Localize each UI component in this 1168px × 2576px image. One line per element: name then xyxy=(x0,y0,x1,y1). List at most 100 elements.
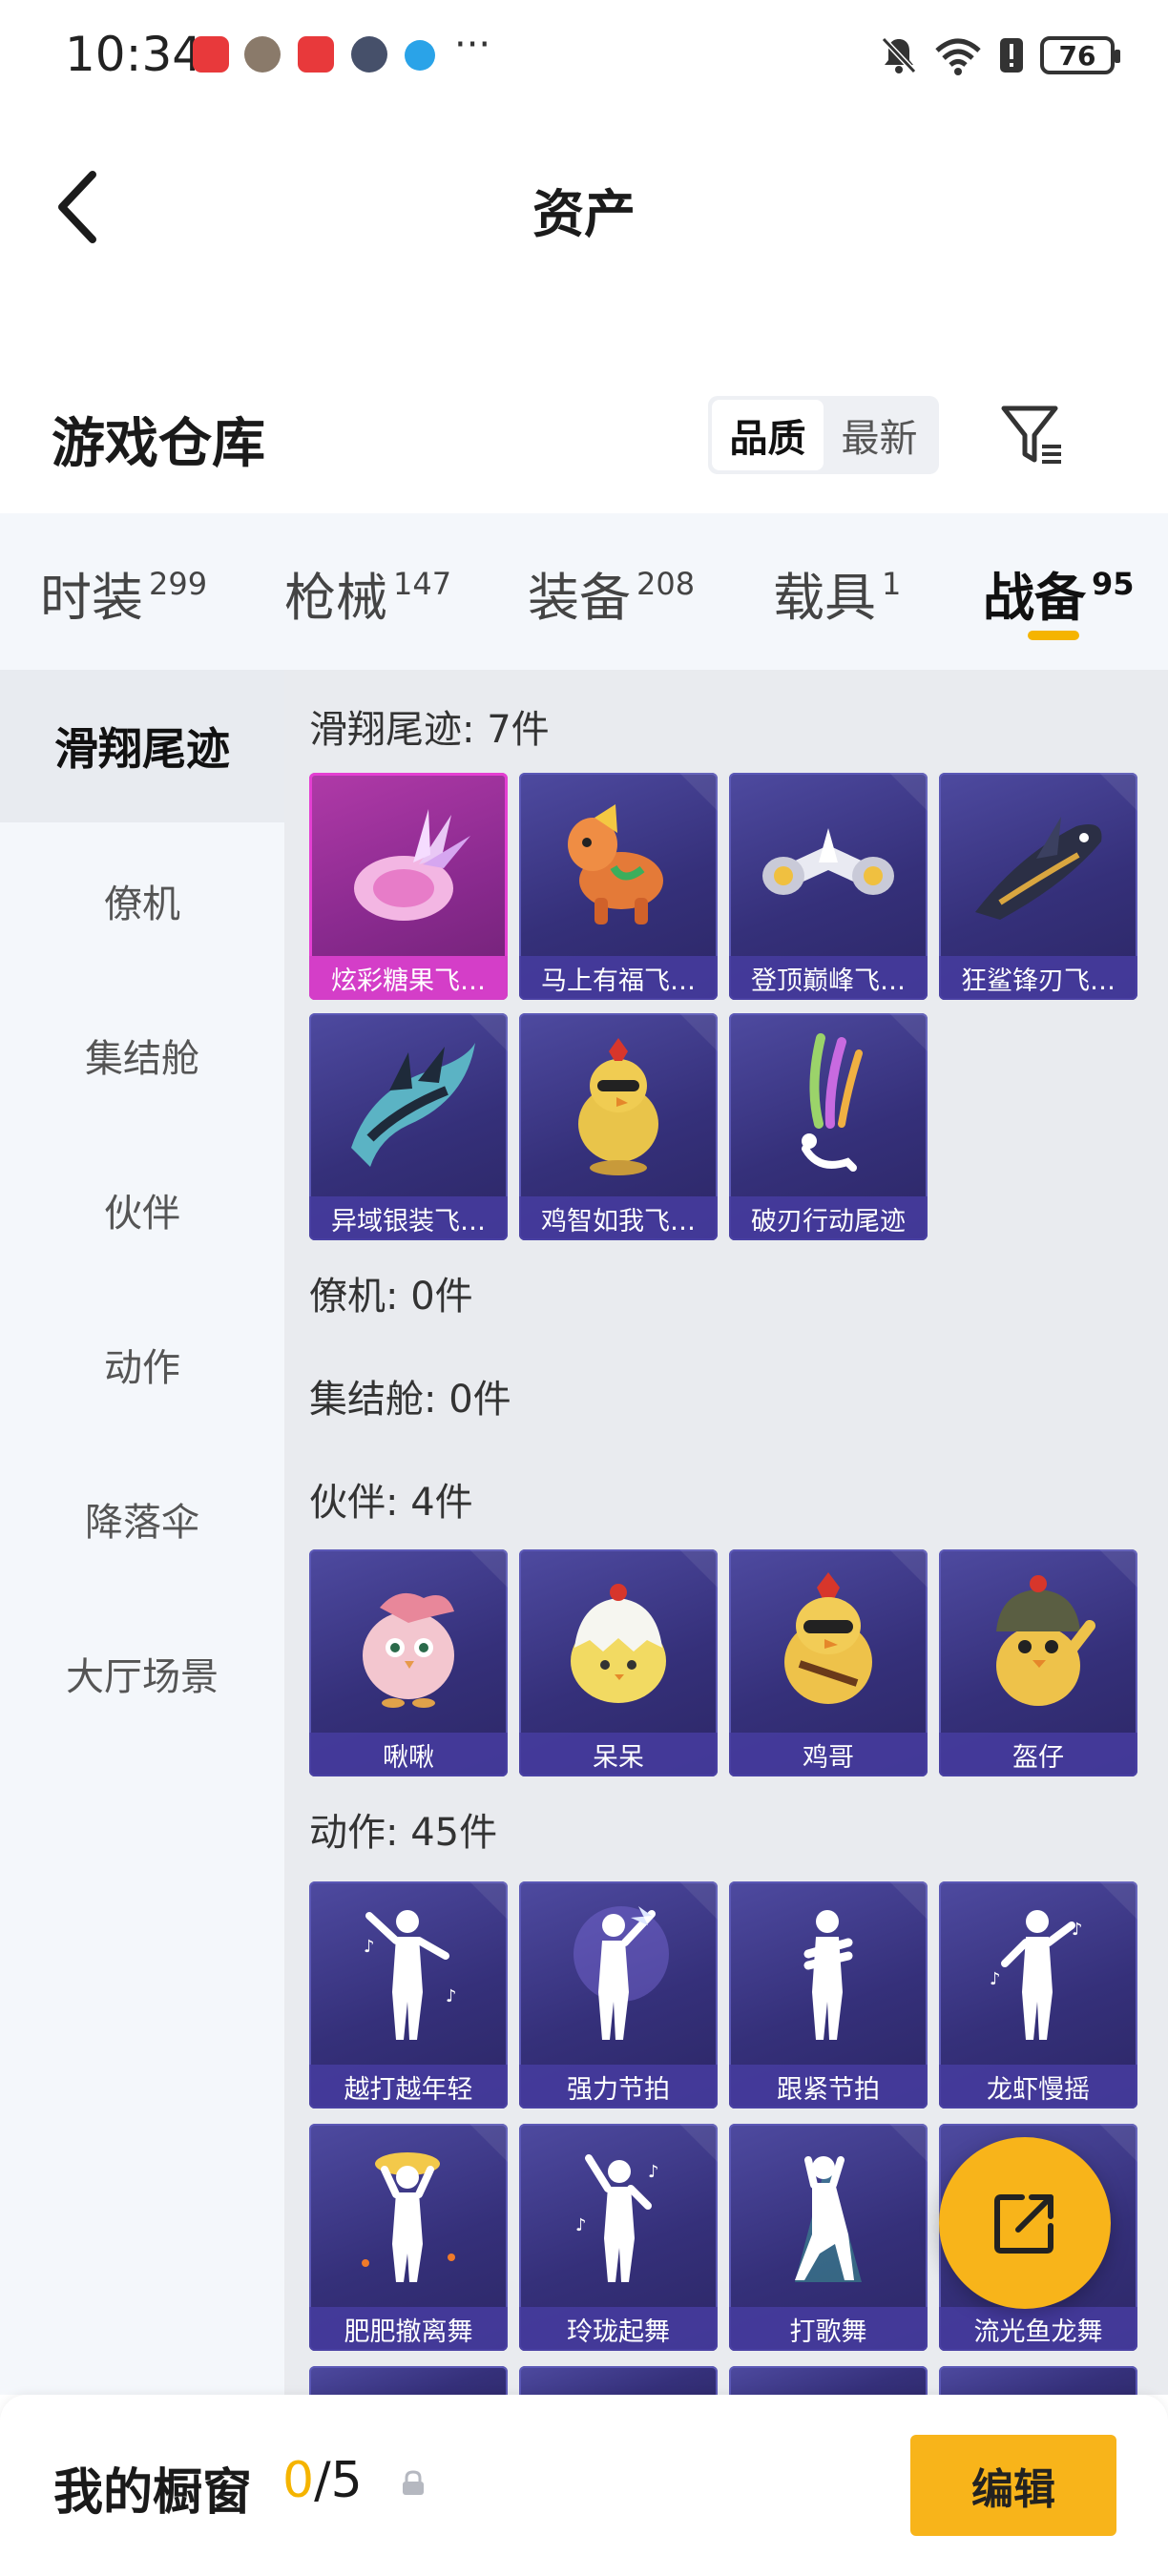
item-card[interactable]: 鸡哥 xyxy=(729,1549,928,1776)
group-title-partner: 伙伴: 4件 xyxy=(309,1481,473,1525)
showcase-count-current: 0 xyxy=(282,2452,315,2509)
svg-text:♪: ♪ xyxy=(648,2162,659,2182)
tab-equipment[interactable]: 装备 208 xyxy=(528,555,695,631)
item-card[interactable] xyxy=(939,2366,1137,2395)
item-label: 肥肥撤离舞 xyxy=(309,2307,508,2351)
item-label: 越打越年轻 xyxy=(309,2065,508,2109)
item-card[interactable]: 狂鲨锋刃飞… xyxy=(939,773,1137,1000)
item-card[interactable]: 跟紧节拍 xyxy=(729,1881,928,2109)
item-card[interactable]: 啾啾 xyxy=(309,1549,508,1776)
showcase-count-total: /5 xyxy=(314,2452,363,2509)
dancer-silhouette-icon xyxy=(519,1881,718,2065)
item-card[interactable]: 破刃行动尾迹 xyxy=(729,1013,928,1240)
item-card[interactable]: 盔仔 xyxy=(939,1549,1137,1776)
svg-text:♪: ♪ xyxy=(364,1937,375,1957)
group-title-wingman: 僚机: 0件 xyxy=(309,1275,473,1319)
sidebar-item-lobby-scene[interactable]: 大厅场景 xyxy=(0,1597,284,1750)
jet-glider-icon xyxy=(729,773,928,956)
tab-fashion[interactable]: 时装 299 xyxy=(40,555,207,631)
item-label: 流光鱼龙舞 xyxy=(939,2307,1137,2351)
page-title: 资产 xyxy=(532,184,636,244)
lock-icon xyxy=(403,2470,424,2495)
shop-app-icon xyxy=(298,36,334,73)
item-card[interactable]: ♪ ♪ 龙虾慢摇 xyxy=(939,1881,1137,2109)
shark-glider-icon xyxy=(939,773,1137,956)
svg-text:♪: ♪ xyxy=(575,2215,587,2235)
tab-label: 枪械 xyxy=(284,568,387,628)
item-card[interactable]: 呆呆 xyxy=(519,1549,718,1776)
tab-label: 战备 xyxy=(983,568,1086,628)
edit-button[interactable]: 编辑 xyxy=(910,2435,1116,2536)
helmet-chick-icon xyxy=(939,1549,1137,1733)
svg-text:♪: ♪ xyxy=(446,1986,457,2006)
wifi-icon xyxy=(935,38,981,75)
item-card[interactable]: 登顶巅峰飞… xyxy=(729,773,928,1000)
item-card[interactable]: 马上有福飞… xyxy=(519,773,718,1000)
filter-button[interactable] xyxy=(998,401,1067,469)
sort-newest-option[interactable]: 最新 xyxy=(824,400,935,470)
item-label: 打歌舞 xyxy=(729,2307,928,2351)
tab-label: 载具 xyxy=(773,568,876,628)
share-button[interactable] xyxy=(939,2137,1111,2309)
dancer-silhouette-icon: ♪ ♪ xyxy=(519,2124,718,2307)
dancer-silhouette-icon xyxy=(729,1881,928,2065)
showcase-title: 我的橱窗 xyxy=(53,2464,253,2522)
tab-label: 装备 xyxy=(528,568,631,628)
chicken-glider-icon xyxy=(519,1013,718,1196)
item-card[interactable] xyxy=(309,2366,508,2395)
active-tab-indicator xyxy=(1028,631,1079,640)
sidebar-item-pod[interactable]: 集结舱 xyxy=(0,979,284,1132)
tab-weapons[interactable]: 枪械 147 xyxy=(284,555,451,631)
item-card[interactable] xyxy=(519,2366,718,2395)
sidebar-item-emote[interactable]: 动作 xyxy=(0,1288,284,1441)
sort-toggle: 品质 最新 xyxy=(708,396,939,474)
item-card[interactable]: ♪ ♪ 玲珑起舞 xyxy=(519,2124,718,2351)
battery-indicator: 76 xyxy=(1040,36,1120,74)
tab-count: 208 xyxy=(636,566,696,602)
item-card[interactable]: ♪ ♪ 越打越年轻 xyxy=(309,1881,508,2109)
tab-count: 1 xyxy=(882,566,902,602)
item-label: 啾啾 xyxy=(309,1733,508,1776)
sidebar-item-partner[interactable]: 伙伴 xyxy=(0,1133,284,1286)
browser-app-icon xyxy=(405,40,435,71)
dancer-silhouette-icon: ♪ ♪ xyxy=(939,1881,1137,2065)
mute-bell-icon xyxy=(881,36,917,74)
sidebar-item-parachute[interactable]: 降落伞 xyxy=(0,1443,284,1595)
sidebar-item-gliding-trail[interactable]: 滑翔尾迹 xyxy=(0,670,284,822)
item-label: 强力节拍 xyxy=(519,2065,718,2109)
warehouse-header: 游戏仓库 品质 最新 xyxy=(0,382,1168,515)
item-card[interactable]: 肥肥撤离舞 xyxy=(309,2124,508,2351)
pink-bird-icon xyxy=(309,1549,508,1733)
item-card[interactable]: 打歌舞 xyxy=(729,2124,928,2351)
share-icon xyxy=(994,2194,1053,2254)
group-title-pod: 集结舱: 0件 xyxy=(309,1378,511,1422)
item-card[interactable]: 异域银装飞… xyxy=(309,1013,508,1240)
tab-combat-gear[interactable]: 战备 95 xyxy=(983,555,1135,631)
more-notifications-icon: ··· xyxy=(454,23,491,67)
dancer-silhouette-icon xyxy=(729,2124,928,2307)
item-card[interactable] xyxy=(729,2366,928,2395)
candy-glider-icon xyxy=(309,773,508,956)
alert-icon xyxy=(1000,38,1023,73)
group-title-emote: 动作: 45件 xyxy=(309,1811,498,1855)
item-card[interactable]: 强力节拍 xyxy=(519,1881,718,2109)
item-label: 玲珑起舞 xyxy=(519,2307,718,2351)
dancer-silhouette-icon: ♪ ♪ xyxy=(309,1881,508,2065)
item-label: 龙虾慢摇 xyxy=(939,2065,1137,2109)
app-header: 资产 xyxy=(0,114,1168,296)
tab-vehicles[interactable]: 载具 1 xyxy=(773,555,901,631)
item-label: 跟紧节拍 xyxy=(729,2065,928,2109)
item-label: 炫彩糖果飞… xyxy=(309,956,508,1000)
dancer-silhouette-icon xyxy=(309,2124,508,2307)
item-card[interactable]: 炫彩糖果飞… xyxy=(309,773,508,1000)
tab-count: 299 xyxy=(149,566,208,602)
sort-quality-option[interactable]: 品质 xyxy=(712,400,824,470)
showcase-bar: 我的橱窗 0/5 编辑 xyxy=(0,2395,1168,2576)
item-card[interactable]: 鸡智如我飞… xyxy=(519,1013,718,1240)
status-time: 10:34 xyxy=(65,27,203,82)
item-label: 登顶巅峰飞… xyxy=(729,956,928,1000)
sidebar: 滑翔尾迹 僚机 集结舱 伙伴 动作 降落伞 大厅场景 xyxy=(0,670,284,2395)
svg-text:♪: ♪ xyxy=(1072,1920,1083,1940)
showcase-count: 0/5 xyxy=(282,2452,363,2509)
sidebar-item-wingman[interactable]: 僚机 xyxy=(0,824,284,977)
